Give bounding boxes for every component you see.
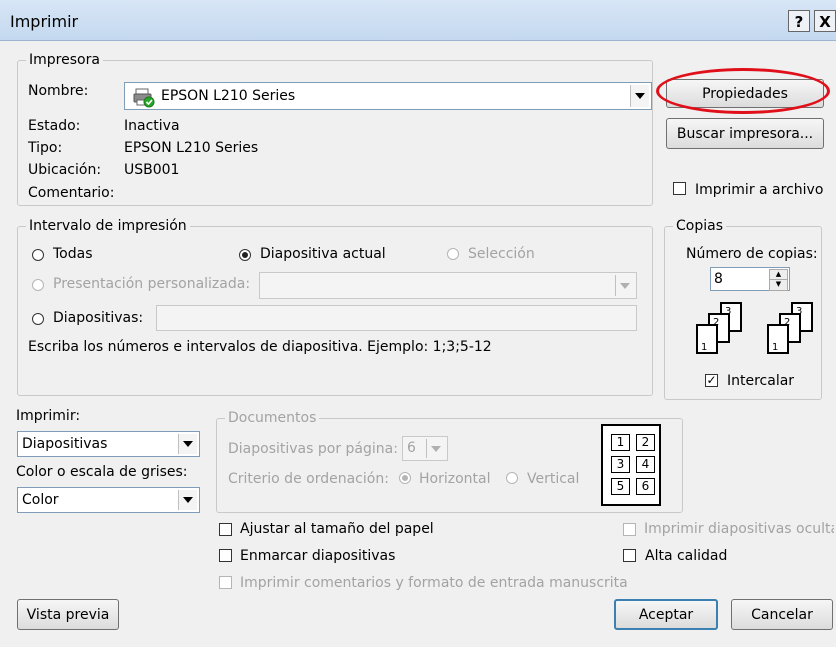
color-select[interactable]: Color xyxy=(17,487,200,513)
printer-group: Impresora xyxy=(17,52,653,206)
print-to-file-checkbox[interactable] xyxy=(673,182,686,195)
handouts-legend: Documentos xyxy=(228,410,317,426)
color-value: Color xyxy=(22,492,59,508)
range-slides-radio[interactable] xyxy=(32,313,44,325)
chevron-down-icon[interactable] xyxy=(630,85,649,107)
order-label: Criterio de ordenación: xyxy=(228,471,389,487)
chevron-down-icon[interactable] xyxy=(426,439,445,458)
chevron-down-icon[interactable] xyxy=(178,434,197,454)
preview-button[interactable]: Vista previa xyxy=(17,599,119,630)
printer-icon xyxy=(133,88,155,108)
type-label: Tipo: xyxy=(28,140,63,156)
hidden-slides-checkbox[interactable] xyxy=(623,523,636,536)
collate-checkbox[interactable]: ✓ xyxy=(705,374,718,387)
order-horizontal-radio[interactable] xyxy=(399,472,411,484)
window-title: Imprimir xyxy=(10,12,79,31)
chevron-down-icon[interactable] xyxy=(615,275,634,296)
location-label: Ubicación: xyxy=(28,162,102,178)
chevron-down-icon[interactable] xyxy=(178,490,197,510)
printer-name-value: EPSON L210 Series xyxy=(161,88,296,104)
comment-label: Comentario: xyxy=(28,185,115,201)
print-what-label: Imprimir: xyxy=(16,408,81,424)
handout-layout-preview: 1 2 3 4 5 6 xyxy=(601,424,661,506)
copies-legend: Copias xyxy=(676,218,723,234)
high-quality-checkbox[interactable] xyxy=(623,549,636,562)
ok-button[interactable]: Aceptar xyxy=(614,599,718,630)
find-printer-button[interactable]: Buscar impresora... xyxy=(666,118,824,149)
high-quality-label: Alta calidad xyxy=(645,548,728,564)
order-vertical-label: Vertical xyxy=(527,471,580,487)
copies-count-label: Número de copias: xyxy=(686,246,818,262)
range-selection-label: Selección xyxy=(468,246,535,262)
frame-slides-checkbox[interactable] xyxy=(219,549,232,562)
print-comments-checkbox[interactable] xyxy=(219,576,232,589)
hidden-slides-label: Imprimir diapositivas ocultas xyxy=(644,521,834,537)
collate-illustration-2: 3 2 1 xyxy=(755,302,819,364)
printer-legend: Impresora xyxy=(29,52,100,68)
range-hint: Escriba los números e intervalos de diap… xyxy=(28,339,492,355)
printer-name-select[interactable]: EPSON L210 Series xyxy=(124,82,652,110)
order-vertical-radio[interactable] xyxy=(506,472,518,484)
range-custom-radio[interactable] xyxy=(32,279,44,291)
fit-paper-checkbox[interactable] xyxy=(219,523,232,536)
copies-count-input[interactable]: 8 ▲ ▼ xyxy=(710,267,790,291)
color-label: Color o escala de grises: xyxy=(16,464,188,480)
range-all-radio[interactable] xyxy=(32,249,44,261)
copies-count-value: 8 xyxy=(714,271,723,287)
print-to-file-label: Imprimir a archivo xyxy=(695,182,824,198)
slides-input[interactable] xyxy=(156,305,637,331)
spin-down-icon[interactable]: ▼ xyxy=(769,279,788,291)
per-page-value: 6 xyxy=(407,440,416,456)
print-range-legend: Intervalo de impresión xyxy=(29,218,187,234)
range-current-label: Diapositiva actual xyxy=(260,246,386,262)
per-page-label: Diapositivas por página: xyxy=(228,441,398,457)
status-value: Inactiva xyxy=(124,118,180,134)
location-value: USB001 xyxy=(124,162,180,178)
range-slides-label: Diapositivas: xyxy=(53,310,144,326)
status-label: Estado: xyxy=(28,118,81,134)
print-what-value: Diapositivas xyxy=(22,436,108,452)
range-all-label: Todas xyxy=(53,246,93,262)
range-selection-radio[interactable] xyxy=(447,248,459,260)
close-button[interactable]: X xyxy=(814,10,836,32)
order-horizontal-label: Horizontal xyxy=(419,471,491,487)
per-page-select[interactable]: 6 xyxy=(402,436,448,461)
custom-show-select[interactable] xyxy=(259,272,637,299)
help-button[interactable]: ? xyxy=(788,10,810,32)
range-current-radio[interactable] xyxy=(239,249,251,261)
collate-illustration-1: 3 2 1 xyxy=(684,302,748,364)
cancel-button[interactable]: Cancelar xyxy=(731,599,833,630)
printer-name-label: Nombre: xyxy=(28,83,89,99)
title-bar xyxy=(0,0,836,41)
highlight-ellipse xyxy=(656,68,830,114)
collate-label: Intercalar xyxy=(727,373,795,389)
fit-paper-label: Ajustar al tamaño del papel xyxy=(240,521,434,537)
range-custom-label: Presentación personalizada: xyxy=(53,276,251,292)
type-value: EPSON L210 Series xyxy=(124,140,259,156)
print-what-select[interactable]: Diapositivas xyxy=(17,431,200,457)
frame-slides-label: Enmarcar diapositivas xyxy=(240,548,396,564)
print-comments-label: Imprimir comentarios y formato de entrad… xyxy=(240,575,628,591)
